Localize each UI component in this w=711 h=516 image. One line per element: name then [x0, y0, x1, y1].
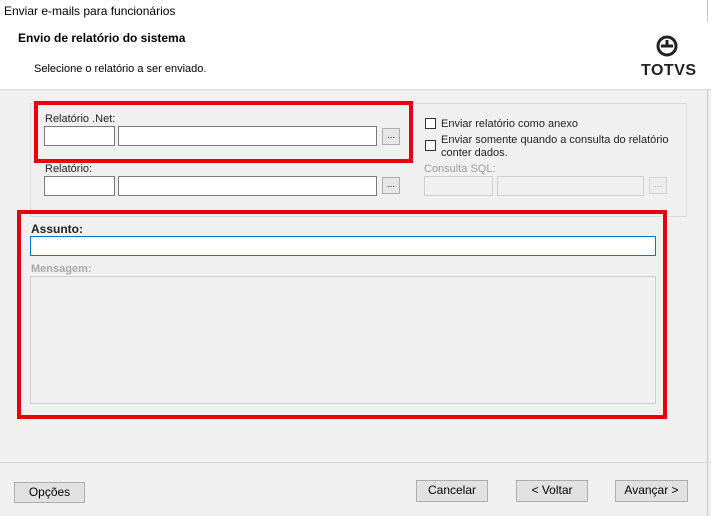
only-with-data-label-line2: conter dados.	[441, 147, 508, 159]
sql-query-code-field	[424, 176, 493, 196]
report-browse-button[interactable]: ...	[382, 177, 400, 194]
highlight-box-report-net	[34, 101, 413, 163]
only-with-data-label-line1: Enviar somente quando a consulta do rela…	[441, 134, 669, 146]
sql-query-browse-button: ...	[649, 177, 667, 194]
highlight-box-subject-message	[17, 210, 667, 419]
report-name-field[interactable]	[118, 176, 377, 196]
report-label: Relatório:	[45, 163, 93, 175]
window-title: Enviar e-mails para funcionários	[4, 4, 176, 18]
page-title: Envio de relatório do sistema	[18, 31, 186, 45]
cancel-button[interactable]: Cancelar	[416, 480, 488, 502]
back-button[interactable]: < Voltar	[516, 480, 588, 502]
options-button[interactable]: Opções	[14, 482, 85, 503]
totvs-logo-icon	[656, 35, 678, 60]
attach-report-checkbox[interactable]	[425, 118, 436, 129]
totvs-logo-text: TOTVS	[641, 62, 697, 79]
sql-query-label: Consulta SQL:	[424, 163, 496, 175]
report-code-field[interactable]	[44, 176, 115, 196]
only-with-data-checkbox[interactable]	[425, 140, 436, 151]
next-button[interactable]: Avançar >	[615, 480, 688, 502]
sql-query-name-field	[497, 176, 644, 196]
attach-report-label: Enviar relatório como anexo	[441, 118, 578, 130]
footer-separator	[0, 462, 711, 463]
window-titlebar: Enviar e-mails para funcionários	[0, 0, 711, 23]
wizard-header: Envio de relatório do sistema Selecione …	[0, 22, 711, 90]
page-subtitle: Selecione o relatório a ser enviado.	[34, 63, 207, 75]
